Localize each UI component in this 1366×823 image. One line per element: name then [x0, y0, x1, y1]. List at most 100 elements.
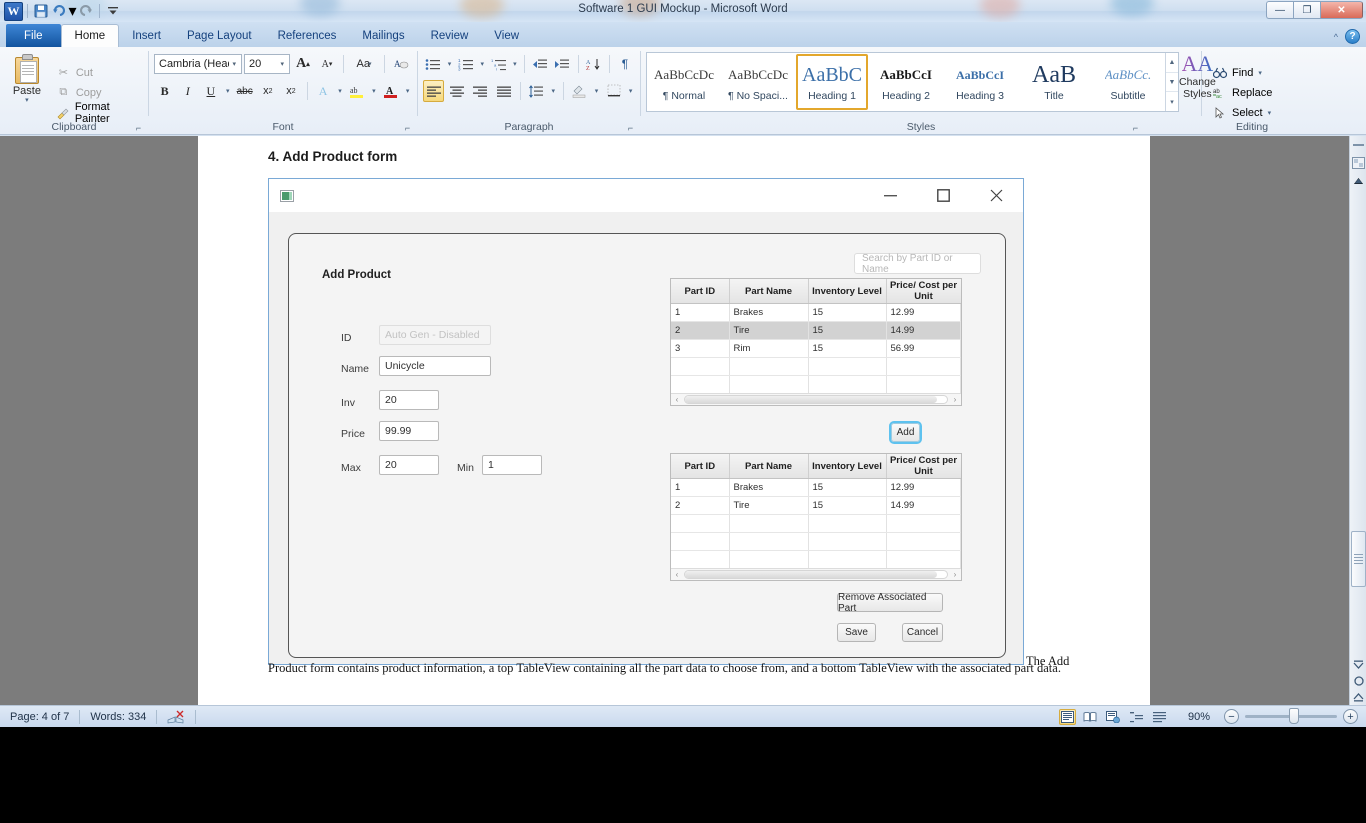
paste-dropdown-icon[interactable]: ▾ — [25, 96, 29, 104]
web-layout-view-icon[interactable] — [1105, 709, 1122, 725]
inv-field[interactable]: 20 — [379, 390, 439, 410]
scroll-track[interactable] — [684, 570, 948, 579]
table-row[interactable]: 2 Tire 15 14.99 — [671, 497, 961, 515]
chevron-down-icon[interactable]: ▾ — [277, 60, 287, 68]
table-row-empty[interactable] — [671, 515, 961, 533]
select-button[interactable]: Select ▾ — [1209, 104, 1275, 122]
zoom-in-button[interactable]: + — [1343, 709, 1358, 724]
table-row[interactable]: 1 Brakes 15 12.99 — [671, 304, 961, 322]
underline-dropdown-icon[interactable]: ▾ — [223, 80, 232, 102]
column-header-part-id[interactable]: Part ID — [671, 454, 729, 479]
table-row-empty[interactable] — [671, 533, 961, 551]
align-left-icon[interactable] — [423, 80, 444, 102]
word-count-status[interactable]: Words: 334 — [80, 706, 156, 728]
add-button[interactable]: Add — [891, 423, 920, 442]
style-heading-3[interactable]: AaBbCcI Heading 3 — [944, 54, 1016, 110]
subscript-icon[interactable]: x2 — [257, 80, 278, 102]
increase-indent-icon[interactable] — [552, 53, 572, 75]
tab-mailings[interactable]: Mailings — [349, 24, 417, 47]
table-row[interactable]: 1 Brakes 15 12.99 — [671, 479, 961, 497]
style-normal[interactable]: AaBbCcDc ¶ Normal — [648, 54, 720, 110]
next-page-icon[interactable] — [1350, 657, 1366, 673]
column-header-price[interactable]: Price/ Cost per Unit — [886, 279, 961, 304]
italic-icon[interactable]: I — [177, 80, 198, 102]
scroll-right-icon[interactable]: › — [949, 395, 961, 404]
mockup-maximize-button[interactable] — [917, 179, 970, 212]
align-right-icon[interactable] — [470, 80, 491, 102]
bullets-icon[interactable] — [423, 53, 443, 75]
table-row[interactable]: 3 Rim 15 56.99 — [671, 340, 961, 358]
sort-icon[interactable]: AZ — [584, 53, 604, 75]
tab-file[interactable]: File — [6, 24, 61, 47]
scroll-left-icon[interactable]: ‹ — [671, 570, 683, 579]
styles-gallery-scrollbar[interactable]: ▲ ▼ ▾ — [1165, 53, 1178, 111]
style-heading-1[interactable]: AaBbC Heading 1 — [796, 54, 868, 110]
text-effects-icon[interactable]: A — [313, 80, 334, 102]
cut-button[interactable]: ✂ Cut — [53, 64, 143, 82]
highlight-dropdown-icon[interactable]: ▾ — [369, 80, 378, 102]
text-highlight-color-icon[interactable]: ab — [346, 80, 367, 102]
column-header-price[interactable]: Price/ Cost per Unit — [886, 454, 961, 479]
page-number-status[interactable]: Page: 4 of 7 — [0, 706, 79, 728]
scroll-track[interactable] — [684, 395, 948, 404]
word-logo-button[interactable]: W — [4, 2, 23, 21]
styles-scroll-down-icon[interactable]: ▼ — [1166, 73, 1178, 93]
print-layout-view-icon[interactable] — [1059, 709, 1076, 725]
select-dropdown-icon[interactable]: ▾ — [1268, 109, 1272, 117]
tab-view[interactable]: View — [481, 24, 532, 47]
save-icon[interactable] — [32, 2, 50, 20]
all-parts-table[interactable]: Part ID Part Name Inventory Level Price/… — [670, 278, 962, 406]
document-canvas[interactable]: 4. Add Product form — [0, 136, 1366, 705]
zoom-out-button[interactable]: − — [1224, 709, 1239, 724]
line-spacing-icon[interactable] — [526, 80, 547, 102]
numbering-dropdown-icon[interactable]: ▾ — [478, 53, 486, 75]
select-browse-object-icon[interactable] — [1350, 673, 1366, 689]
clipboard-dialog-launcher[interactable]: ⌐ — [133, 122, 144, 133]
scroll-thumb[interactable] — [1351, 531, 1366, 587]
bullets-dropdown-icon[interactable]: ▾ — [445, 53, 453, 75]
style-heading-2[interactable]: AaBbCcI Heading 2 — [870, 54, 942, 110]
restore-button[interactable]: ❐ — [1293, 1, 1320, 19]
scroll-left-icon[interactable]: ‹ — [671, 395, 683, 404]
tab-references[interactable]: References — [265, 24, 350, 47]
zoom-level-label[interactable]: 90% — [1188, 711, 1210, 723]
find-button[interactable]: Find ▾ — [1209, 64, 1275, 82]
shading-dropdown-icon[interactable]: ▾ — [592, 80, 601, 102]
strikethrough-icon[interactable]: abc — [234, 80, 255, 102]
column-header-inventory-level[interactable]: Inventory Level — [808, 279, 886, 304]
find-dropdown-icon[interactable]: ▾ — [1258, 69, 1262, 77]
associated-parts-horizontal-scrollbar[interactable]: ‹ › — [671, 568, 961, 580]
replace-button[interactable]: abac Replace — [1209, 84, 1275, 102]
outline-view-icon[interactable] — [1128, 709, 1145, 725]
table-row-empty[interactable] — [671, 376, 961, 394]
show-formatting-marks-icon[interactable]: ¶ — [615, 53, 635, 75]
copy-button[interactable]: ⧉ Copy — [53, 84, 143, 102]
associated-parts-table[interactable]: Part ID Part Name Inventory Level Price/… — [670, 453, 962, 581]
chevron-down-icon[interactable]: ▾ — [229, 60, 239, 68]
split-handle[interactable] — [1350, 136, 1366, 154]
undo-icon[interactable] — [50, 2, 68, 20]
styles-dialog-launcher[interactable]: ⌐ — [1130, 122, 1141, 133]
multilevel-dropdown-icon[interactable]: ▾ — [511, 53, 519, 75]
tab-review[interactable]: Review — [418, 24, 482, 47]
document-page[interactable]: 4. Add Product form — [198, 136, 1150, 705]
full-screen-reading-view-icon[interactable] — [1082, 709, 1099, 725]
help-icon[interactable]: ? — [1345, 29, 1360, 44]
borders-icon[interactable] — [603, 80, 624, 102]
bold-icon[interactable]: B — [154, 80, 175, 102]
shading-icon[interactable] — [569, 80, 590, 102]
all-parts-horizontal-scrollbar[interactable]: ‹ › — [671, 393, 961, 405]
justify-icon[interactable] — [493, 80, 514, 102]
table-row[interactable]: 2 Tire 15 14.99 — [671, 322, 961, 340]
font-dialog-launcher[interactable]: ⌐ — [402, 122, 413, 133]
zoom-slider[interactable] — [1245, 715, 1337, 718]
font-color-icon[interactable]: A — [380, 80, 401, 102]
column-header-part-id[interactable]: Part ID — [671, 279, 729, 304]
style-title[interactable]: AaB Title — [1018, 54, 1090, 110]
column-header-part-name[interactable]: Part Name — [729, 279, 808, 304]
clear-formatting-icon[interactable]: A — [390, 53, 412, 75]
align-center-icon[interactable] — [446, 80, 467, 102]
decrease-indent-icon[interactable] — [530, 53, 550, 75]
borders-dropdown-icon[interactable]: ▾ — [626, 80, 635, 102]
price-field[interactable]: 99.99 — [379, 421, 439, 441]
